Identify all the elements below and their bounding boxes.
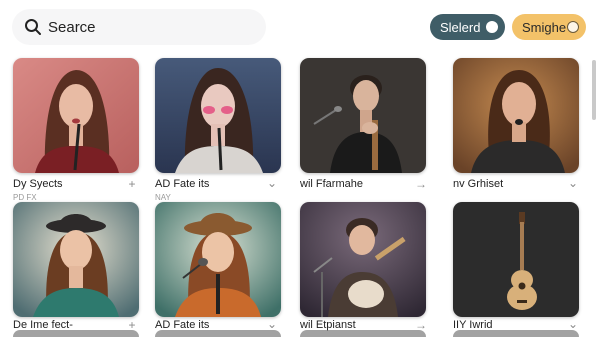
chevron-down-icon[interactable]: ⌄ (266, 318, 278, 330)
portrait-thumbnail (300, 58, 426, 173)
arrow-right-icon[interactable]: → (415, 178, 427, 190)
image-card[interactable] (453, 202, 579, 317)
image-card[interactable] (13, 330, 139, 337)
card-subtitle: NAY (155, 193, 171, 202)
plus-icon[interactable]: + (126, 178, 138, 190)
image-card[interactable] (453, 330, 579, 337)
image-card[interactable] (155, 330, 281, 337)
chevron-down-icon[interactable]: ⌄ (567, 177, 579, 189)
vertical-scrollbar[interactable] (592, 60, 596, 120)
image-card[interactable] (155, 202, 281, 317)
portrait-thumbnail (453, 58, 579, 173)
image-card[interactable] (300, 58, 426, 173)
portrait-thumbnail (155, 58, 281, 173)
image-card[interactable] (13, 202, 139, 317)
portrait-thumbnail (155, 202, 281, 317)
portrait-thumbnail (300, 202, 426, 317)
image-card[interactable] (453, 58, 579, 173)
image-grid: Dy Syects PD FX + AD Fate its NAY ⌄ wil … (0, 0, 600, 337)
portrait-thumbnail (13, 58, 139, 173)
card-title: nv Grhiset (453, 178, 504, 190)
card-title: wil Ffarmahe (300, 178, 363, 190)
image-card[interactable] (300, 330, 426, 337)
image-card[interactable] (13, 58, 139, 173)
card-subtitle: PD FX (13, 193, 37, 202)
card-title: Dy Syects (13, 178, 63, 190)
portrait-thumbnail (453, 202, 579, 317)
portrait-thumbnail (13, 202, 139, 317)
card-title: AD Fate its (155, 178, 210, 190)
chevron-down-icon[interactable]: ⌄ (567, 318, 579, 330)
image-card[interactable] (300, 202, 426, 317)
image-card[interactable] (155, 58, 281, 173)
chevron-down-icon[interactable]: ⌄ (266, 177, 278, 189)
